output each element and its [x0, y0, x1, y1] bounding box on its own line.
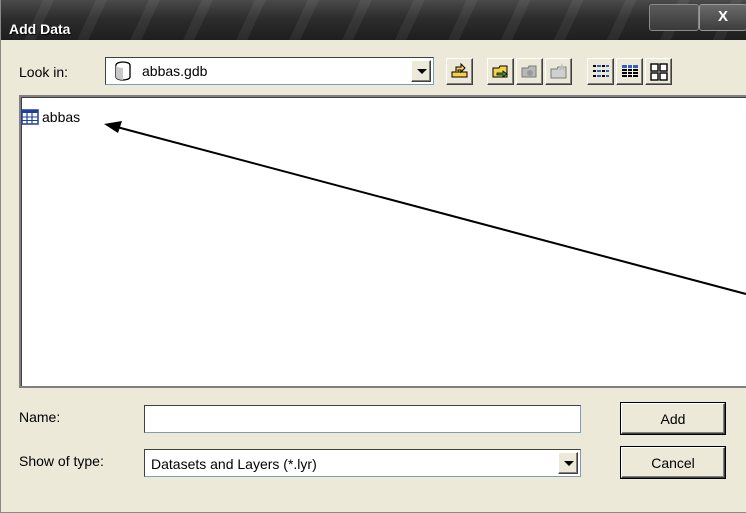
- chevron-down-icon: [417, 69, 427, 74]
- type-dropdown-value: Datasets and Layers (*.lyr): [151, 456, 317, 472]
- new-folder-button[interactable]: [545, 58, 572, 85]
- list-view-button[interactable]: [587, 58, 614, 85]
- name-input[interactable]: [144, 405, 581, 433]
- type-dropdown-button[interactable]: [558, 452, 578, 474]
- thumbnails-view-icon: [650, 63, 668, 81]
- list-item[interactable]: abbas: [21, 107, 80, 127]
- look-in-label: Look in:: [19, 64, 69, 80]
- window-title: Add Data: [9, 21, 71, 37]
- look-in-dropdown[interactable]: abbas.gdb: [105, 57, 434, 85]
- disconnect-folder-button[interactable]: [516, 58, 543, 85]
- title-bar[interactable]: Add Data X: [1, 0, 746, 40]
- disconnect-folder-icon: [521, 65, 537, 78]
- connect-to-folder-icon: [492, 65, 508, 78]
- list-item-label: abbas: [42, 109, 81, 125]
- thumbnails-view-button[interactable]: [645, 58, 672, 85]
- name-label: Name:: [19, 409, 61, 425]
- up-one-level-icon: [451, 62, 468, 78]
- cancel-button[interactable]: Cancel: [621, 447, 725, 478]
- table-icon: [21, 109, 39, 125]
- new-folder-icon: [550, 63, 567, 79]
- details-view-button[interactable]: [616, 58, 643, 85]
- close-button[interactable]: X: [699, 4, 746, 31]
- list-view-icon: [593, 65, 609, 77]
- up-one-level-button[interactable]: [446, 58, 473, 85]
- connect-to-folder-button[interactable]: [487, 58, 514, 85]
- geodatabase-icon: [115, 61, 131, 81]
- cancel-button-label: Cancel: [651, 454, 695, 471]
- title-bar-decoration: [1, 0, 746, 40]
- add-button[interactable]: Add: [621, 403, 725, 434]
- type-dropdown[interactable]: Datasets and Layers (*.lyr): [144, 449, 581, 477]
- add-button-label: Add: [660, 410, 686, 427]
- close-icon: X: [717, 8, 728, 25]
- type-label: Show of type:: [19, 453, 104, 469]
- chevron-down-icon: [564, 461, 574, 466]
- file-list[interactable]: [19, 95, 746, 388]
- look-in-dropdown-button[interactable]: [411, 60, 431, 82]
- details-view-icon: [622, 65, 638, 77]
- add-data-dialog: Add Data X Look in: abbas.gdb abbas Name…: [0, 0, 746, 513]
- look-in-value: abbas.gdb: [142, 63, 208, 79]
- help-button[interactable]: [649, 4, 699, 31]
